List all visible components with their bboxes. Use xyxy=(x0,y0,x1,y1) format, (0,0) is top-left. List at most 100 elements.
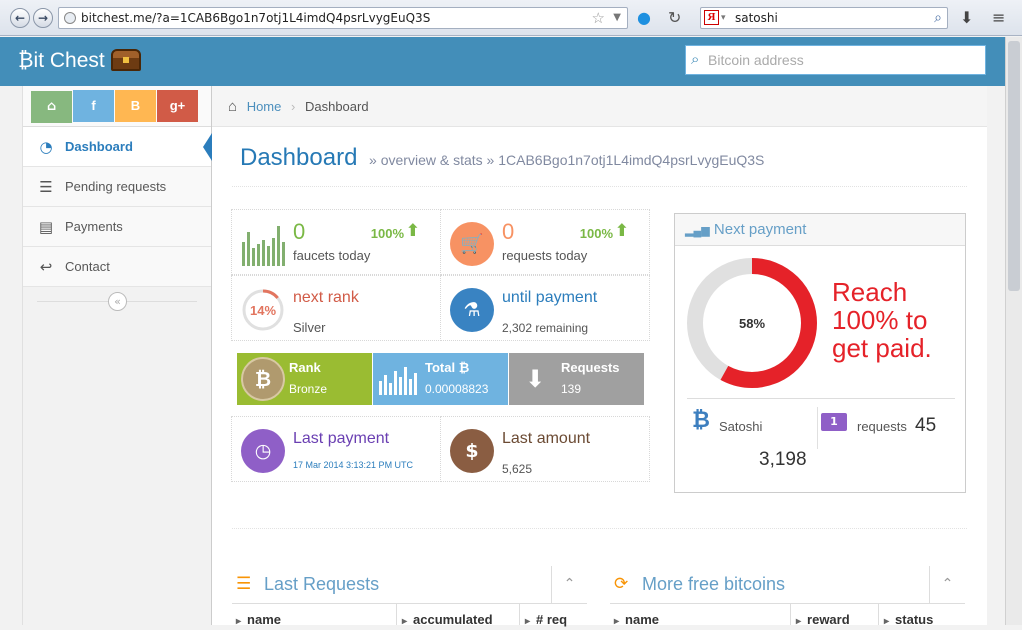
brand-logo[interactable]: ₿it Chest xyxy=(18,48,141,74)
rank-progress-ring: 14% xyxy=(242,289,284,331)
page-subtitle: » overview & stats » 1CAB6Bgo1n7otj1L4im… xyxy=(369,152,765,168)
last-amount-title: Last amount xyxy=(502,430,591,447)
money-icon: $ xyxy=(450,429,494,473)
requests-value: 45 xyxy=(915,415,937,436)
column-divider xyxy=(396,604,397,625)
chevron-up-icon[interactable]: ⌃ xyxy=(929,566,965,604)
caret-icon: ▸ xyxy=(614,616,620,627)
home-icon: ⌂ xyxy=(228,98,238,115)
column-divider xyxy=(519,604,520,625)
next-payment-footer: ₿ Satoshi 3,198 1 requests 45 xyxy=(687,398,955,478)
requests-tile-title: Requests xyxy=(561,360,620,375)
breadcrumb: ⌂ Home › Dashboard xyxy=(212,86,987,127)
bar-chart-icon xyxy=(242,226,285,266)
column-header-status[interactable]: ▸ status xyxy=(884,612,933,630)
page-header: Dashboard » overview & stats » 1CAB6Bgo1… xyxy=(232,142,967,187)
last-requests-widget: ☰ Last Requests ⌃ ▸ name ▸ accumulated ▸ # … xyxy=(232,566,587,627)
more-free-bitcoins-widget: ⟳ More free bitcoins ⌃ ▸ name ▸ reward ▸ st… xyxy=(610,566,965,627)
column-header-name[interactable]: ▸ name xyxy=(614,612,659,630)
shopping-cart-icon: 🛒 xyxy=(450,222,494,266)
url-dropdown-icon[interactable]: ▼ xyxy=(613,8,621,28)
footer-divider xyxy=(817,407,818,449)
search-engine-dropdown-icon[interactable]: ▾ xyxy=(721,8,726,28)
section-divider xyxy=(232,528,967,529)
list-alt-icon: ▤ xyxy=(38,218,54,236)
until-payment-sub: 2,302 remaining xyxy=(502,321,589,335)
next-payment-widget: ▂▄▆ Next payment 58% Reach 100% to get p… xyxy=(674,213,966,493)
caret-icon: ▸ xyxy=(236,616,242,627)
money-icon: 1 xyxy=(821,413,847,431)
sidebar-item-label: Payments xyxy=(65,219,123,234)
home-shortcut-icon[interactable]: ⌂ xyxy=(31,91,72,123)
search-icon[interactable]: ⌕ xyxy=(934,8,942,28)
rank-percent: 14% xyxy=(250,303,276,318)
requests-tile: ⬇ Requests 139 xyxy=(509,353,644,405)
signal-icon: ▂▄▆ xyxy=(685,225,710,237)
globe-icon xyxy=(64,12,76,24)
more-free-title: More free bitcoins xyxy=(642,574,786,594)
url-bar[interactable]: bitchest.me/?a=1CAB6Bgo1n7otj1L4imdQ4psr… xyxy=(58,7,628,29)
bar-chart-icon xyxy=(379,367,417,395)
satoshi-label: Satoshi xyxy=(719,419,763,434)
column-header-req[interactable]: ▸ # req xyxy=(525,612,567,630)
total-tile-value: 0.00008823 xyxy=(425,382,489,396)
forward-icon[interactable]: → xyxy=(33,8,53,28)
download-icon[interactable]: ⬇ xyxy=(960,9,973,27)
blogger-shortcut-icon[interactable]: B xyxy=(115,90,156,122)
google-plus-shortcut-icon[interactable]: g+ xyxy=(157,90,198,122)
reach-message: Reach 100% to get paid. xyxy=(832,277,932,363)
back-icon[interactable]: ← xyxy=(10,8,30,28)
last-requests-title: Last Requests xyxy=(264,574,380,594)
yandex-icon: Я xyxy=(704,10,719,25)
bitcoin-address-input[interactable]: ⌕ Bitcoin address xyxy=(685,45,986,75)
sidebar-item-contact[interactable]: ↩ Contact xyxy=(23,247,211,287)
sidebar-item-pending-requests[interactable]: ☰ Pending requests xyxy=(23,167,211,207)
breadcrumb-separator: › xyxy=(291,99,296,114)
column-header-accumulated[interactable]: ▸ accumulated xyxy=(402,612,493,630)
satoshi-value: 3,198 xyxy=(759,449,807,470)
sidebar-collapse: « xyxy=(23,287,211,317)
chevron-up-icon[interactable]: ⌃ xyxy=(551,566,587,604)
rank-tile-value: Bronze xyxy=(289,382,328,396)
faucets-infobox: 0 faucets today 100% ⬆ xyxy=(231,209,441,275)
bookmark-star-icon[interactable]: ☆ xyxy=(592,8,605,28)
chat-bubble-icon[interactable]: ● xyxy=(637,9,651,27)
column-header-name[interactable]: ▸ name xyxy=(236,612,281,630)
scrollbar-thumb[interactable] xyxy=(1008,41,1020,291)
requests-label: requests xyxy=(857,419,907,434)
next-payment-title: Next payment xyxy=(713,221,807,238)
next-rank-infobox: 14% next rank Silver xyxy=(231,275,441,341)
sidebar: ⌂ f Bg+ ◔ Dashboard ☰ Pending requests ▤ P… xyxy=(22,86,212,625)
url-text: bitchest.me/?a=1CAB6Bgo1n7otj1L4imdQ4psr… xyxy=(81,11,431,25)
clock-icon: ◷ xyxy=(241,429,285,473)
next-rank-title: next rank xyxy=(293,289,359,306)
page-scrollbar[interactable] xyxy=(1005,37,1022,625)
column-divider xyxy=(878,604,879,625)
caret-icon: ▸ xyxy=(796,616,802,627)
breadcrumb-current: Dashboard xyxy=(304,99,369,114)
main-content: ⌂ Home › Dashboard Dashboard » overview … xyxy=(212,86,987,627)
brand-text: it Chest xyxy=(33,49,105,72)
requests-label: requests today xyxy=(502,248,588,263)
breadcrumb-home-link[interactable]: Home xyxy=(247,99,282,114)
faucets-label: faucets today xyxy=(293,248,371,263)
browser-search-input[interactable]: Я ▾ satoshi ⌕ xyxy=(700,7,948,29)
arrow-up-icon: ⬆ xyxy=(405,221,420,241)
column-header-reward[interactable]: ▸ reward xyxy=(796,612,850,630)
download-tray-icon: ⬇ xyxy=(524,365,546,393)
faucets-percent: 100% xyxy=(370,226,404,241)
sidebar-item-dashboard[interactable]: ◔ Dashboard xyxy=(23,127,212,167)
total-tile: Total ₿ 0.00008823 xyxy=(373,353,508,405)
rank-tile: ₿ Rank Bronze xyxy=(237,353,372,405)
bitcoin-icon: ₿ xyxy=(18,49,34,72)
collapse-sidebar-icon[interactable]: « xyxy=(108,292,127,311)
menu-icon[interactable]: ≡ xyxy=(992,9,1005,27)
requests-count: 0 xyxy=(502,219,515,244)
shortcut-bar: ⌂ f Bg+ xyxy=(23,86,211,127)
sidebar-item-payments[interactable]: ▤ Payments xyxy=(23,207,211,247)
next-rank-sub: Silver xyxy=(293,320,326,335)
treasure-chest-icon xyxy=(110,49,141,71)
reload-icon[interactable]: ↻ xyxy=(668,9,681,27)
facebook-shortcut-icon[interactable]: f xyxy=(73,90,114,122)
total-tile-title: Total ₿ xyxy=(425,360,470,375)
